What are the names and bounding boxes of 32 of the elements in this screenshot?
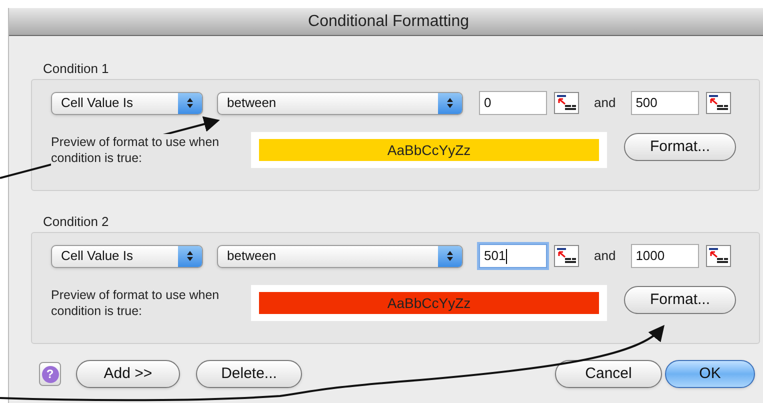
dialog-button[interactable]: Delete... bbox=[196, 360, 302, 388]
format-button[interactable]: Format... bbox=[624, 286, 736, 314]
cell-reference-icon[interactable] bbox=[706, 92, 731, 114]
dropdown[interactable]: Cell Value Is bbox=[51, 244, 203, 268]
dropdown[interactable]: between bbox=[217, 92, 463, 114]
stepper-icon bbox=[438, 246, 462, 266]
preview-label: Preview of format to use when condition is true: bbox=[51, 134, 221, 166]
condition-title: Condition 1 bbox=[43, 60, 110, 77]
cell-reference-icon[interactable] bbox=[554, 245, 579, 267]
preview-sample: AaBbCcYyZz bbox=[259, 292, 599, 314]
value-field[interactable]: 500 bbox=[630, 91, 699, 115]
help-button[interactable]: ? bbox=[39, 362, 61, 386]
stepper-icon bbox=[438, 92, 462, 114]
and-label: and bbox=[594, 247, 616, 266]
preview-sample: AaBbCcYyZz bbox=[259, 139, 599, 161]
window-title: Conditional Formatting bbox=[308, 12, 469, 32]
ok-button[interactable]: OK bbox=[665, 360, 755, 388]
and-label: and bbox=[594, 94, 616, 112]
value-field[interactable]: 1000 bbox=[630, 244, 699, 268]
cell-reference-icon[interactable] bbox=[554, 92, 579, 114]
text-cursor bbox=[506, 248, 507, 264]
dialog-button[interactable]: Add >> bbox=[76, 360, 180, 388]
dialog-button[interactable]: Cancel bbox=[555, 360, 662, 388]
value-field[interactable]: 0 bbox=[479, 91, 547, 115]
cell-reference-icon[interactable] bbox=[706, 245, 731, 267]
format-button[interactable]: Format... bbox=[624, 133, 736, 161]
stepper-icon bbox=[178, 92, 202, 114]
dropdown[interactable]: Cell Value Is bbox=[51, 92, 203, 114]
condition-title: Condition 2 bbox=[43, 213, 110, 230]
dropdown[interactable]: between bbox=[217, 244, 463, 268]
value-field[interactable]: 501 bbox=[479, 244, 547, 268]
stepper-icon bbox=[178, 246, 202, 266]
